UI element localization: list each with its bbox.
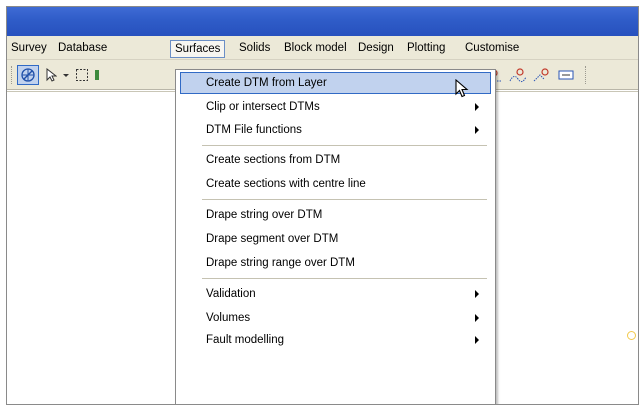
pointer-arrow-icon[interactable] (43, 65, 59, 85)
menu-item-label: Clip or intersect DTMs (206, 101, 320, 113)
menu-survey[interactable]: Survey (7, 40, 51, 58)
text-box-icon[interactable] (555, 65, 577, 85)
menu-bar: Survey Database Surfaces Solids Block mo… (7, 36, 638, 60)
menu-item-drape-string-range-over-dtm[interactable]: Drape string range over DTM (180, 252, 491, 274)
menu-database[interactable]: Database (54, 40, 111, 58)
menu-item-label: Fault modelling (206, 334, 284, 346)
dropdown-arrow-icon[interactable] (61, 65, 71, 85)
submenu-arrow-icon (475, 126, 479, 134)
toolbar-partial-icon[interactable] (93, 65, 101, 85)
menu-item-validation[interactable]: Validation (180, 283, 491, 305)
toolbar-grip[interactable] (11, 66, 14, 84)
application-window: Survey Database Surfaces Solids Block mo… (6, 6, 639, 405)
menu-item-fault-modelling[interactable]: Fault modelling (180, 329, 491, 351)
menu-surfaces[interactable]: Surfaces (170, 40, 226, 58)
submenu-arrow-icon (475, 314, 479, 322)
title-bar (7, 7, 638, 36)
menu-separator (202, 145, 487, 146)
menu-item-create-dtm-from-layer[interactable]: Create DTM from Layer (180, 72, 491, 94)
menu-plotting[interactable]: Plotting (403, 40, 449, 58)
menu-item-create-sections-from-dtm[interactable]: Create sections from DTM (180, 149, 491, 171)
menu-item-create-sections-with-centre-line[interactable]: Create sections with centre line (180, 173, 491, 195)
menu-item-drape-segment-over-dtm[interactable]: Drape segment over DTM (180, 228, 491, 250)
curve-edit-icon[interactable] (531, 65, 553, 85)
menu-block-model[interactable]: Block model (280, 40, 351, 58)
surfaces-dropdown-menu: Create DTM from Layer Clip or intersect … (175, 69, 496, 404)
menu-item-label: Volumes (206, 312, 251, 324)
menu-item-label: Create sections with centre line (206, 178, 366, 190)
submenu-arrow-icon (475, 290, 479, 298)
mouse-cursor-icon (455, 78, 469, 102)
submenu-arrow-icon (475, 336, 479, 344)
submenu-arrow-icon (475, 103, 479, 111)
menu-item-dtm-file-functions[interactable]: DTM File functions (180, 119, 491, 141)
menu-item-label: Drape string over DTM (206, 209, 323, 221)
menu-item-volumes[interactable]: Volumes (180, 307, 491, 329)
menu-item-label: Validation (206, 288, 256, 300)
canvas-point-marker (627, 331, 636, 340)
menu-item-drape-string-over-dtm[interactable]: Drape string over DTM (180, 204, 491, 226)
menu-item-label: Create DTM from Layer (206, 77, 327, 89)
menu-separator (202, 199, 487, 200)
menu-separator (202, 278, 487, 279)
menu-solids[interactable]: Solids (235, 40, 274, 58)
globe-cursor-icon[interactable] (17, 65, 39, 85)
point-insert-icon[interactable] (507, 65, 529, 85)
menu-item-label: Drape string range over DTM (206, 257, 355, 269)
menu-item-label: DTM File functions (206, 124, 302, 136)
menu-item-label: Create sections from DTM (206, 154, 341, 166)
menu-item-clip-or-intersect-dtms[interactable]: Clip or intersect DTMs (180, 96, 491, 118)
rectangle-select-icon[interactable] (73, 65, 91, 85)
menu-customise[interactable]: Customise (461, 40, 523, 58)
toolbar-separator (585, 66, 588, 84)
menu-item-label: Drape segment over DTM (206, 233, 339, 245)
menu-design[interactable]: Design (354, 40, 398, 58)
